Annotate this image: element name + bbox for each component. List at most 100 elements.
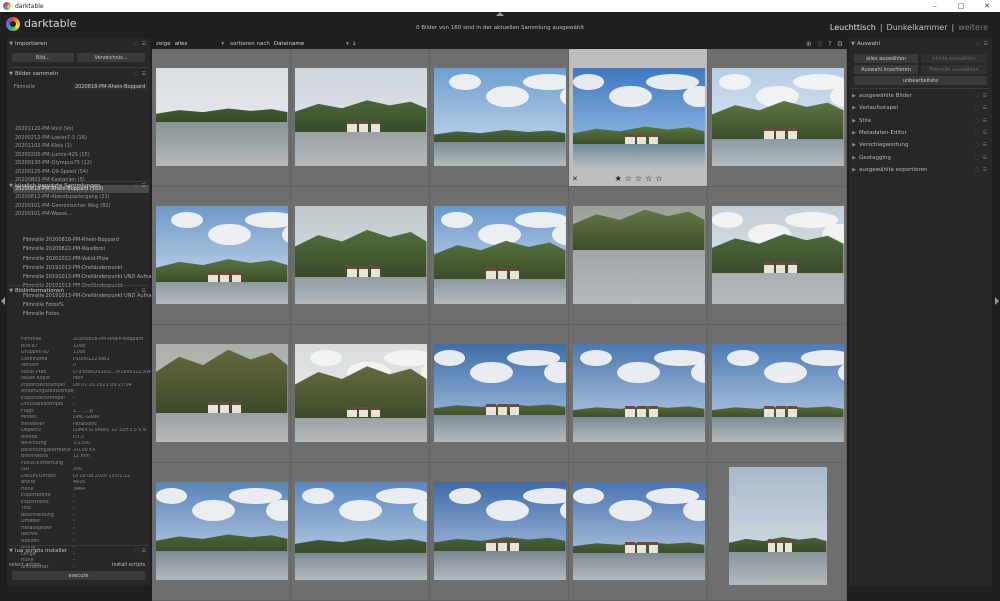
reset-icon[interactable]: ◌ [975, 142, 979, 148]
presets-icon[interactable]: ☰ [983, 118, 987, 124]
thumbnail-cell[interactable] [152, 325, 291, 463]
thumbnail-cell[interactable] [569, 187, 708, 325]
film-roll-item[interactable]: 20201120-PM-Void (Vo) [13, 125, 149, 134]
view-darkroom[interactable]: Dunkelkammer [887, 23, 948, 32]
preferences-gear-icon[interactable]: ⚙ [837, 40, 843, 48]
overlay-star-icon[interactable]: ☆ [817, 40, 823, 48]
lua-action-select[interactable]: install scripts [112, 562, 145, 568]
thumbnail-cell[interactable] [430, 49, 569, 187]
presets-icon[interactable]: ☰ [983, 93, 987, 99]
recent-collection-item[interactable]: Filmrolle 20200822-PM-Wasdbrol [23, 245, 153, 254]
thumbnail-image[interactable] [434, 482, 566, 580]
film-roll-item[interactable]: 20200101-PM-Wasse... [13, 210, 149, 219]
presets-icon[interactable]: ☰ [983, 105, 987, 111]
thumbnail-cell[interactable] [152, 49, 291, 187]
thumbnail-image[interactable] [434, 344, 566, 442]
film-roll-item[interactable]: 20201102-PM-Kleis (1) [13, 142, 149, 151]
thumbnail-cell[interactable] [291, 325, 430, 463]
presets-icon[interactable]: ☰ [142, 71, 146, 77]
recent-collection-item[interactable]: Filmrolle 20201022-PM-Vokid-Plize [23, 255, 153, 264]
recent-collection-item[interactable]: Filmrolle Fotos [23, 310, 153, 319]
maximize-button[interactable]: □ [948, 0, 974, 12]
thumbnail-cell[interactable] [291, 49, 430, 187]
select-unedited-button[interactable]: unbearbeitete [854, 76, 987, 85]
thumbnail-cell[interactable] [291, 187, 430, 325]
thumbnail-image[interactable] [712, 68, 844, 166]
star-icon[interactable]: ☆ [625, 174, 632, 183]
reset-icon[interactable]: ◌ [134, 548, 138, 554]
show-dropdown-icon[interactable]: ▾ [221, 41, 224, 47]
thumbnail-cell[interactable] [430, 325, 569, 463]
star-rating[interactable]: ★☆☆☆☆ [569, 174, 708, 183]
close-button[interactable]: ✕ [974, 0, 1000, 12]
reset-icon[interactable]: ◌ [975, 130, 979, 136]
film-roll-item[interactable]: 20200101-PM-Gemeinsicher Weg (82) [13, 202, 149, 211]
thumbnail-image[interactable] [156, 344, 288, 442]
module-header-select[interactable]: ▼ Auswahl ◌☰ [849, 39, 992, 49]
thumbnail-cell[interactable] [291, 463, 430, 601]
reset-icon[interactable]: ◌ [134, 183, 138, 189]
reset-icon[interactable]: ◌ [975, 155, 979, 161]
thumbnail-cell[interactable] [708, 49, 847, 187]
film-roll-item[interactable]: 20200130-PM-Olympus75 (12) [13, 159, 149, 168]
film-roll-item[interactable]: 20200205-PM-Lumix-42S (15) [13, 151, 149, 160]
recent-collection-item[interactable]: Filmrolle 20191013-PM-Dreiländerpunkt [23, 264, 153, 273]
thumbnail-image[interactable] [729, 467, 827, 585]
thumbnail-cell[interactable] [430, 187, 569, 325]
recent-collection-item[interactable]: Filmrolle 20200818-PM-Rhein-Boppard [23, 236, 153, 245]
film-roll-item[interactable]: 20200126-PM-Q9-Speed (54) [13, 168, 149, 177]
presets-icon[interactable]: ☰ [142, 548, 146, 554]
select-all-button[interactable]: alles auswählen [854, 54, 918, 63]
import-folder-button[interactable]: Verzeichnis... [77, 53, 145, 62]
module-header-collect[interactable]: ▼ Bilder sammeln ◌☰ [7, 69, 150, 79]
module-header-right[interactable]: ▶Geotagging◌☰ [849, 152, 992, 164]
collapse-left-arrow-icon[interactable] [1, 297, 5, 305]
lua-execute-button[interactable]: execute [12, 571, 145, 580]
thumbnail-cell[interactable] [569, 463, 708, 601]
film-roll-item[interactable]: 20200812-PM-Abendspaziergang (21) [13, 193, 149, 202]
reset-icon[interactable]: ◌ [975, 93, 979, 99]
thumbnail-cell[interactable] [430, 463, 569, 601]
thumbnail-image[interactable] [295, 344, 427, 442]
show-select[interactable]: alles [175, 41, 188, 47]
module-header-recent[interactable]: ▼ kürzlich benutzte Sammlungen ◌☰ [7, 181, 150, 191]
thumbnail-image[interactable] [712, 206, 844, 304]
recent-collection-item[interactable]: Filmrolle 20191013-PM-Dreiländerpunkt UN… [23, 273, 153, 282]
sort-select[interactable]: Dateiname [274, 41, 304, 47]
presets-icon[interactable]: ☰ [983, 130, 987, 136]
thumbnail-cell[interactable] [152, 187, 291, 325]
star-icon[interactable]: ☆ [645, 174, 652, 183]
view-more[interactable]: weitere [958, 23, 988, 32]
module-header-image-info[interactable]: ▼ Bildinformationen ◌☰ [7, 286, 150, 296]
presets-icon[interactable]: ☰ [142, 41, 146, 47]
module-header-right[interactable]: ▶Verschlagwortung◌☰ [849, 139, 992, 151]
presets-icon[interactable]: ☰ [983, 142, 987, 148]
grouping-icon[interactable]: ⊕ [806, 40, 812, 48]
presets-icon[interactable]: ☰ [983, 167, 987, 173]
thumbnail-image[interactable] [156, 206, 288, 304]
module-header-import[interactable]: ▼ Importieren ◌☰ [7, 39, 150, 49]
thumbnail-cell[interactable]: ✕★☆☆☆☆ [569, 49, 708, 187]
thumbnail-cell[interactable] [708, 325, 847, 463]
collapse-top-arrow-icon[interactable] [496, 12, 504, 16]
thumbnail-image[interactable] [434, 206, 566, 304]
thumbnail-cell[interactable] [152, 463, 291, 601]
reset-icon[interactable]: ◌ [975, 167, 979, 173]
reset-icon[interactable]: ◌ [134, 288, 138, 294]
reset-icon[interactable]: ◌ [134, 71, 138, 77]
module-header-right[interactable]: ▶ausgewählte exportieren◌☰ [849, 164, 992, 176]
thumbnail-image[interactable] [295, 482, 427, 580]
thumbnail-grid[interactable]: ✕★☆☆☆☆ [152, 49, 847, 586]
collapse-right-arrow-icon[interactable] [995, 297, 999, 305]
minimize-button[interactable]: – [922, 0, 948, 12]
thumbnail-image[interactable] [295, 206, 427, 304]
thumbnail-cell[interactable] [569, 325, 708, 463]
thumbnail-image[interactable] [434, 68, 566, 166]
reset-icon[interactable]: ◌ [975, 118, 979, 124]
select-none-button[interactable]: nichts auswählen [921, 54, 987, 63]
star-icon[interactable]: ☆ [635, 174, 642, 183]
sort-direction-toggle[interactable]: ↓ [352, 41, 357, 47]
thumbnail-image[interactable] [573, 344, 705, 442]
film-roll-item[interactable]: 20200212-PM-Loeiss7-3 (16) [13, 134, 149, 143]
thumbnail-image[interactable] [712, 344, 844, 442]
